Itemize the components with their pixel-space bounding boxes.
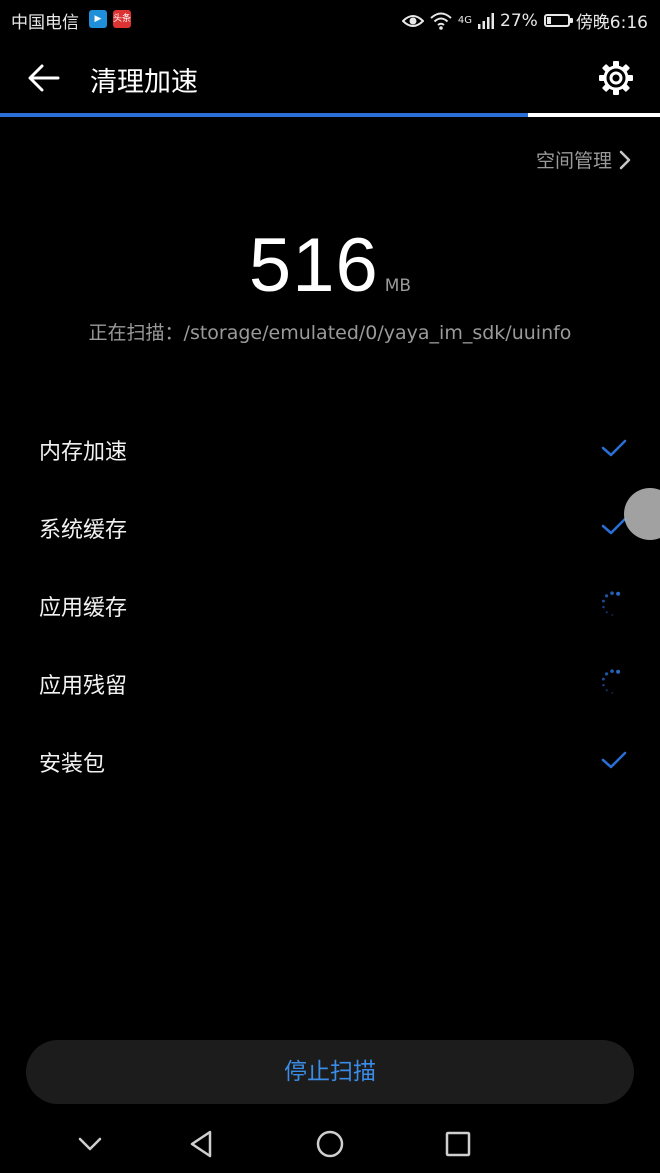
checkmark-icon: [601, 439, 627, 457]
back-button[interactable]: [22, 56, 66, 100]
item-status: [600, 746, 628, 774]
loading-spinner-icon: [601, 669, 621, 694]
app-bar: 清理加速: [0, 40, 660, 116]
eye-icon: [401, 14, 424, 27]
back-triangle-icon: [190, 1130, 212, 1158]
video-app-icon: ▶: [89, 10, 107, 28]
item-status: [600, 434, 628, 462]
loading-spinner-icon: [601, 591, 621, 616]
home-circle-icon: [316, 1130, 344, 1158]
nav-home-button[interactable]: [312, 1126, 348, 1162]
battery-fill: [546, 17, 551, 24]
arrow-left-icon: [28, 64, 60, 92]
scan-size: 516 MB: [0, 222, 660, 309]
item-status: [600, 668, 628, 696]
space-manage-label: 空间管理: [535, 150, 612, 172]
list-item-label: 应用缓存: [39, 596, 128, 621]
screen: 中国电信 ▶ 头条 4G 27% 傍晚6:16 清理加速 空间管理 516 MB…: [0, 0, 660, 1173]
clock: 傍晚6:16: [575, 13, 648, 33]
list-item: 应用残留: [0, 644, 660, 722]
list-item: 安装包: [0, 722, 660, 800]
carrier-label: 中国电信: [11, 13, 79, 33]
news-app-icon: 头条: [113, 10, 131, 28]
scan-progress-fill: [0, 113, 528, 117]
settings-button[interactable]: [596, 58, 636, 98]
checkmark-icon: [601, 751, 627, 769]
list-item: 应用缓存: [0, 566, 660, 644]
chevron-down-icon: [78, 1137, 102, 1151]
list-item-label: 系统缓存: [39, 518, 128, 543]
system-nav-bar: [0, 1110, 660, 1173]
item-status: [600, 590, 628, 618]
list-item: 内存加速: [0, 410, 660, 488]
gear-icon: [599, 61, 633, 95]
wifi-icon: [430, 12, 452, 30]
status-bar: 中国电信 ▶ 头条 4G 27% 傍晚6:16: [0, 0, 660, 40]
battery-icon: [543, 14, 573, 27]
scan-progress-bar: [0, 113, 660, 117]
scan-size-value: 516: [248, 223, 379, 308]
list-item-label: 安装包: [39, 752, 106, 777]
scan-size-unit: MB: [384, 276, 412, 296]
list-item-label: 内存加速: [39, 440, 128, 465]
stop-scan-button[interactable]: 停止扫描: [26, 1040, 634, 1104]
nav-back-button[interactable]: [184, 1126, 220, 1162]
nav-recents-button[interactable]: [440, 1126, 476, 1162]
network-type-label: 4G: [457, 14, 473, 26]
battery-percent: 27%: [500, 10, 538, 31]
list-item: 系统缓存: [0, 488, 660, 566]
scanning-path-text: 正在扫描：/storage/emulated/0/yaya_im_sdk/uui…: [88, 322, 572, 344]
status-right: 4G 27% 傍晚6:16: [401, 8, 648, 33]
page-title: 清理加速: [90, 67, 198, 98]
list-item-label: 应用残留: [39, 674, 128, 699]
recents-square-icon: [445, 1131, 471, 1157]
chevron-right-icon: [619, 150, 631, 169]
scan-items-list: 内存加速 系统缓存 应用缓存 应用残留 安装包: [0, 410, 660, 800]
space-manage-link[interactable]: 空间管理: [536, 146, 632, 173]
nav-hide-button[interactable]: [72, 1126, 108, 1162]
signal-icon: [478, 12, 495, 29]
